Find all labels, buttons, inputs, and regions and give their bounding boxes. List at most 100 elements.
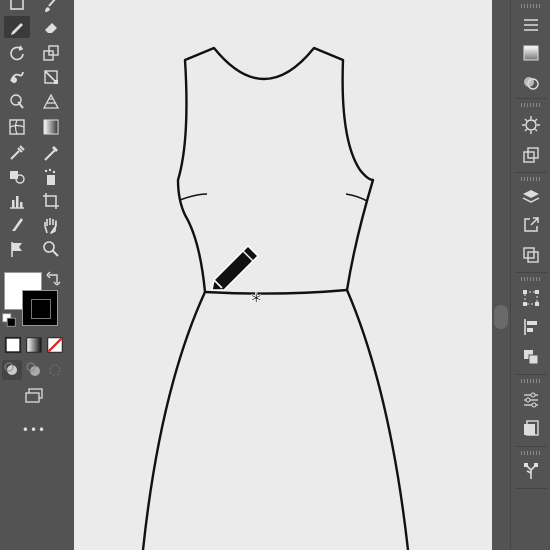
swatches-icon xyxy=(523,45,539,61)
solid-color-icon xyxy=(4,336,22,354)
perspective-grid-icon xyxy=(42,93,60,109)
transform-icon xyxy=(523,290,539,306)
slice-icon xyxy=(12,218,23,231)
rectangle-tool[interactable] xyxy=(4,0,30,16)
draw-behind-button[interactable] xyxy=(24,360,44,380)
adjustments-icon xyxy=(524,392,538,408)
export-panel-button[interactable] xyxy=(517,212,545,238)
symbols-panel-button[interactable] xyxy=(517,142,545,168)
scale-tool[interactable] xyxy=(38,42,64,64)
panel-grip[interactable] xyxy=(521,4,541,8)
slice-tool[interactable] xyxy=(4,214,30,236)
properties-panel-button[interactable] xyxy=(517,12,545,38)
rectangle-icon xyxy=(10,0,24,10)
edit-toolbar-button[interactable]: ••• xyxy=(22,420,46,440)
symbol-sprayer-tool[interactable] xyxy=(38,166,64,188)
measure-tool[interactable] xyxy=(38,142,64,164)
panel-grip[interactable] xyxy=(521,379,541,383)
symbol-sprayer-icon xyxy=(44,168,56,185)
libraries-panel-button[interactable] xyxy=(517,458,545,484)
rotate-tool[interactable] xyxy=(4,42,30,64)
default-colors-icon xyxy=(2,313,16,327)
puppet-warp-tool[interactable] xyxy=(4,238,30,260)
transparency-panel-button[interactable] xyxy=(517,70,545,96)
properties-icon xyxy=(524,19,538,31)
perspective-grid-tool[interactable] xyxy=(38,90,64,112)
warp-tool[interactable] xyxy=(4,66,30,88)
skirt-right-edge[interactable] xyxy=(345,289,410,550)
symbols-icon xyxy=(523,147,539,163)
panel-separator xyxy=(515,446,547,447)
screen-mode-button[interactable] xyxy=(22,386,46,406)
rotate-icon xyxy=(10,45,24,61)
panel-grip[interactable] xyxy=(521,103,541,107)
draw-behind-icon xyxy=(26,362,40,376)
free-transform-tool[interactable] xyxy=(38,66,64,88)
panel-grip[interactable] xyxy=(521,177,541,181)
appearance-panel-button[interactable] xyxy=(517,112,545,138)
stroke-swatch[interactable] xyxy=(22,290,58,326)
swatches-panel-button[interactable] xyxy=(517,40,545,66)
mesh-icon xyxy=(9,119,25,135)
transform-panel-button[interactable] xyxy=(517,285,545,311)
free-transform-icon xyxy=(44,70,58,84)
puppet-warp-icon xyxy=(11,242,22,257)
pencil-icon xyxy=(11,23,23,35)
canvas-scrollbar[interactable] xyxy=(494,305,508,329)
artboards-panel-button[interactable] xyxy=(517,415,545,441)
zoom-tool[interactable] xyxy=(38,238,64,260)
right-panel-dock xyxy=(510,0,550,550)
gradient-mode-button[interactable] xyxy=(25,336,43,354)
paintbrush-tool[interactable] xyxy=(38,0,64,16)
pathfinder-unite-icon xyxy=(524,350,539,365)
skirt-left-edge[interactable] xyxy=(141,291,207,550)
pencil-tool[interactable] xyxy=(4,16,30,38)
eyedropper-tool[interactable] xyxy=(4,142,30,164)
pathfinder-unite-button[interactable] xyxy=(517,344,545,370)
color-mode-button[interactable] xyxy=(4,336,22,354)
gradient-tool[interactable] xyxy=(38,116,64,138)
panel-grip[interactable] xyxy=(521,277,541,281)
panel-separator xyxy=(515,272,547,273)
warp-icon xyxy=(10,71,24,83)
none-mode-button[interactable] xyxy=(46,336,64,354)
blend-icon xyxy=(10,171,25,184)
column-graph-tool[interactable] xyxy=(4,190,30,212)
panel-separator xyxy=(515,98,547,99)
export-icon xyxy=(524,217,539,232)
scale-icon xyxy=(43,45,59,61)
transparency-icon xyxy=(524,77,539,90)
left-dart xyxy=(179,193,208,201)
artboard-tool[interactable] xyxy=(38,190,64,212)
artboard[interactable]: * xyxy=(74,0,492,550)
align-panel-button[interactable] xyxy=(517,314,545,340)
dress-drawing[interactable]: * xyxy=(74,0,492,550)
panel-grip[interactable] xyxy=(521,451,541,455)
none-swatch-icon xyxy=(47,337,63,353)
artboards-icon xyxy=(524,420,539,436)
swap-fill-stroke-button[interactable] xyxy=(44,270,64,288)
eyedropper-icon xyxy=(10,145,25,160)
eraser-icon xyxy=(45,23,57,33)
panel-separator xyxy=(515,374,547,375)
shape-builder-icon xyxy=(10,94,24,109)
blend-tool[interactable] xyxy=(4,166,30,188)
gradient-icon xyxy=(43,119,59,135)
shape-builder-tool[interactable] xyxy=(4,90,30,112)
layers-icon xyxy=(522,190,540,203)
properties-adjust-button[interactable] xyxy=(517,387,545,413)
gradient-swatch-icon xyxy=(26,337,42,353)
bodice-outline[interactable] xyxy=(176,46,375,295)
layers-panel-button[interactable] xyxy=(517,184,545,210)
hand-tool[interactable] xyxy=(38,214,64,236)
column-graph-icon xyxy=(10,196,24,209)
libraries-icon xyxy=(524,463,538,479)
draw-normal-icon xyxy=(4,362,17,375)
draw-inside-button[interactable] xyxy=(45,360,65,380)
draw-normal-button[interactable] xyxy=(2,360,22,380)
paintbrush-icon xyxy=(45,0,56,12)
eraser-tool[interactable] xyxy=(38,16,64,38)
pathfinder-panel-button[interactable] xyxy=(517,242,545,268)
default-fill-stroke-button[interactable] xyxy=(0,312,18,328)
mesh-tool[interactable] xyxy=(4,116,30,138)
